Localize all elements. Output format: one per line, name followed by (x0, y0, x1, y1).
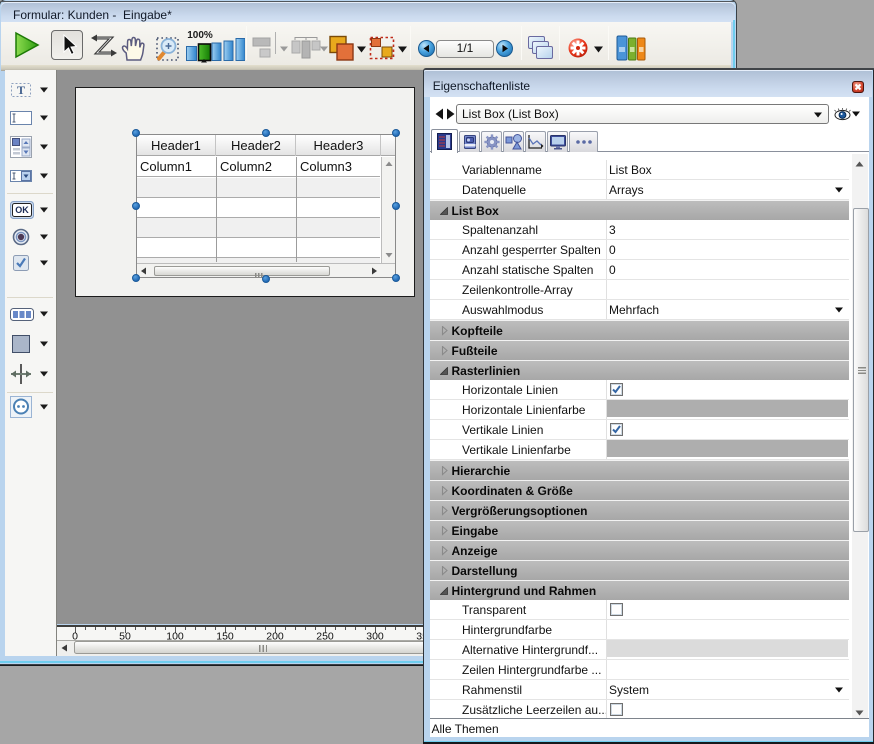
svg-text:50: 50 (119, 631, 131, 642)
svg-text:200: 200 (266, 631, 284, 642)
svg-text:250: 250 (316, 631, 334, 642)
svg-text:100: 100 (166, 631, 184, 642)
svg-text:150: 150 (216, 631, 234, 642)
svg-text:OK: OK (15, 205, 29, 215)
svg-text:0: 0 (72, 631, 78, 642)
svg-text:300: 300 (366, 631, 384, 642)
svg-text:T: T (17, 83, 25, 97)
